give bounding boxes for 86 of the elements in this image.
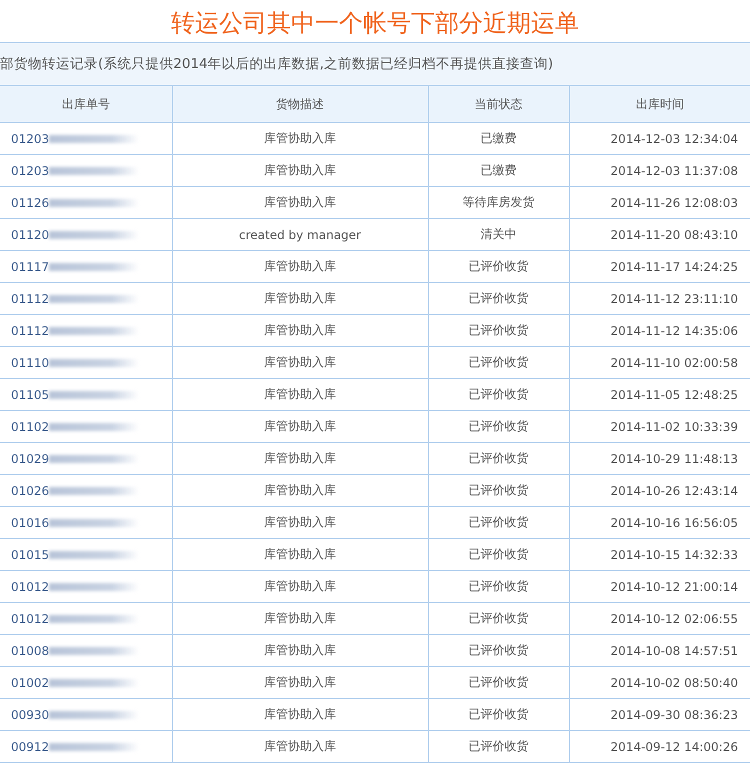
table-cell: 01016 <box>0 506 172 538</box>
table-cell: 01002 <box>0 666 172 698</box>
table-cell: 已评价收货 <box>428 314 569 346</box>
table-cell: 2014-11-05 12:48:25 <box>569 378 750 410</box>
table-cell: 2014-11-20 08:43:10 <box>569 218 750 250</box>
table-cell: 清关中 <box>428 218 569 250</box>
table-cell: 2014-10-12 21:00:14 <box>569 570 750 602</box>
table-cell: 2014-11-26 12:08:03 <box>569 186 750 218</box>
table-cell: 2014-10-15 14:32:33 <box>569 538 750 570</box>
table-cell: 已评价收货 <box>428 282 569 314</box>
table-cell: 2014-11-17 14:24:25 <box>569 250 750 282</box>
table-cell: 等待库房发货 <box>428 186 569 218</box>
table-cell: 00912 <box>0 730 172 762</box>
table-cell: 2014-09-12 14:00:26 <box>569 730 750 762</box>
table-cell: 01015 <box>0 538 172 570</box>
table-cell: 已评价收货 <box>428 698 569 730</box>
table-cell: 已评价收货 <box>428 442 569 474</box>
table-cell: 01203 <box>0 154 172 186</box>
table-cell: 01012 <box>0 570 172 602</box>
table-cell: 已评价收货 <box>428 474 569 506</box>
table-cell: 库管协助入库 <box>172 378 428 410</box>
table-cell: 库管协助入库 <box>172 666 428 698</box>
table-cell: 01112 <box>0 282 172 314</box>
table-cell: 2014-10-12 02:06:55 <box>569 602 750 634</box>
table-cell: 库管协助入库 <box>172 730 428 762</box>
table-cell: 库管协助入库 <box>172 442 428 474</box>
table-cell: 库管协助入库 <box>172 186 428 218</box>
table-cell: 01029 <box>0 442 172 474</box>
table-cell: 已评价收货 <box>428 666 569 698</box>
table-cell: 库管协助入库 <box>172 346 428 378</box>
table-cell: 2014-10-26 12:43:14 <box>569 474 750 506</box>
table-cell: 库管协助入库 <box>172 570 428 602</box>
table-cell: 01110 <box>0 346 172 378</box>
table-cell: 01012 <box>0 602 172 634</box>
table-cell: 2014-11-02 10:33:39 <box>569 410 750 442</box>
table-cell: 已评价收货 <box>428 730 569 762</box>
table-cell: 2014-10-02 08:50:40 <box>569 666 750 698</box>
table-cell: 2014-12-03 11:37:08 <box>569 154 750 186</box>
table-cell: 01120 <box>0 218 172 250</box>
table-cell: 2014-12-03 12:34:04 <box>569 122 750 154</box>
table-cell: 01102 <box>0 410 172 442</box>
table-cell: 已缴费 <box>428 122 569 154</box>
table-cell: 01126 <box>0 186 172 218</box>
table-cell: 库管协助入库 <box>172 154 428 186</box>
table-cell: 已评价收货 <box>428 602 569 634</box>
table-cell: 01105 <box>0 378 172 410</box>
table-cell: 2014-10-29 11:48:13 <box>569 442 750 474</box>
table-cell: 00930 <box>0 698 172 730</box>
table-cell: 库管协助入库 <box>172 602 428 634</box>
table-cell: 库管协助入库 <box>172 122 428 154</box>
table-cell: 库管协助入库 <box>172 410 428 442</box>
table-cell: 已评价收货 <box>428 250 569 282</box>
table-cell: 01203 <box>0 122 172 154</box>
table-cell: 01117 <box>0 250 172 282</box>
table-cell: 01112 <box>0 314 172 346</box>
column-header: 货物描述 <box>172 86 428 122</box>
table-cell: 已评价收货 <box>428 538 569 570</box>
table-cell: 已评价收货 <box>428 570 569 602</box>
table-cell: 库管协助入库 <box>172 698 428 730</box>
table-cell: 库管协助入库 <box>172 634 428 666</box>
table-cell: 库管协助入库 <box>172 250 428 282</box>
table-cell: 2014-11-12 23:11:10 <box>569 282 750 314</box>
table-cell: 库管协助入库 <box>172 538 428 570</box>
table-cell: 2014-10-08 14:57:51 <box>569 634 750 666</box>
table-cell: 库管协助入库 <box>172 506 428 538</box>
table-cell: 库管协助入库 <box>172 314 428 346</box>
column-header: 出库时间 <box>569 86 750 122</box>
table-cell: 01026 <box>0 474 172 506</box>
table-cell: 2014-09-30 08:36:23 <box>569 698 750 730</box>
table-cell: 库管协助入库 <box>172 474 428 506</box>
table-cell: 库管协助入库 <box>172 282 428 314</box>
page-title: 转运公司其中一个帐号下部分近期运单 <box>170 8 580 39</box>
table-cell: 已评价收货 <box>428 378 569 410</box>
table-cell: created by manager <box>172 218 428 250</box>
column-header: 出库单号 <box>0 86 172 122</box>
table-cell: 已评价收货 <box>428 506 569 538</box>
table-cell: 2014-11-10 02:00:58 <box>569 346 750 378</box>
table-cell: 已评价收货 <box>428 410 569 442</box>
table-cell: 已评价收货 <box>428 634 569 666</box>
column-header: 当前状态 <box>428 86 569 122</box>
table-cell: 2014-10-16 16:56:05 <box>569 506 750 538</box>
subtitle: 部货物转运记录(系统只提供2014年以后的出库数据,之前数据已经归档不再提供直接查询) <box>0 55 554 73</box>
table-cell: 01008 <box>0 634 172 666</box>
table-cell: 已评价收货 <box>428 346 569 378</box>
table-cell: 2014-11-12 14:35:06 <box>569 314 750 346</box>
table-cell: 已缴费 <box>428 154 569 186</box>
